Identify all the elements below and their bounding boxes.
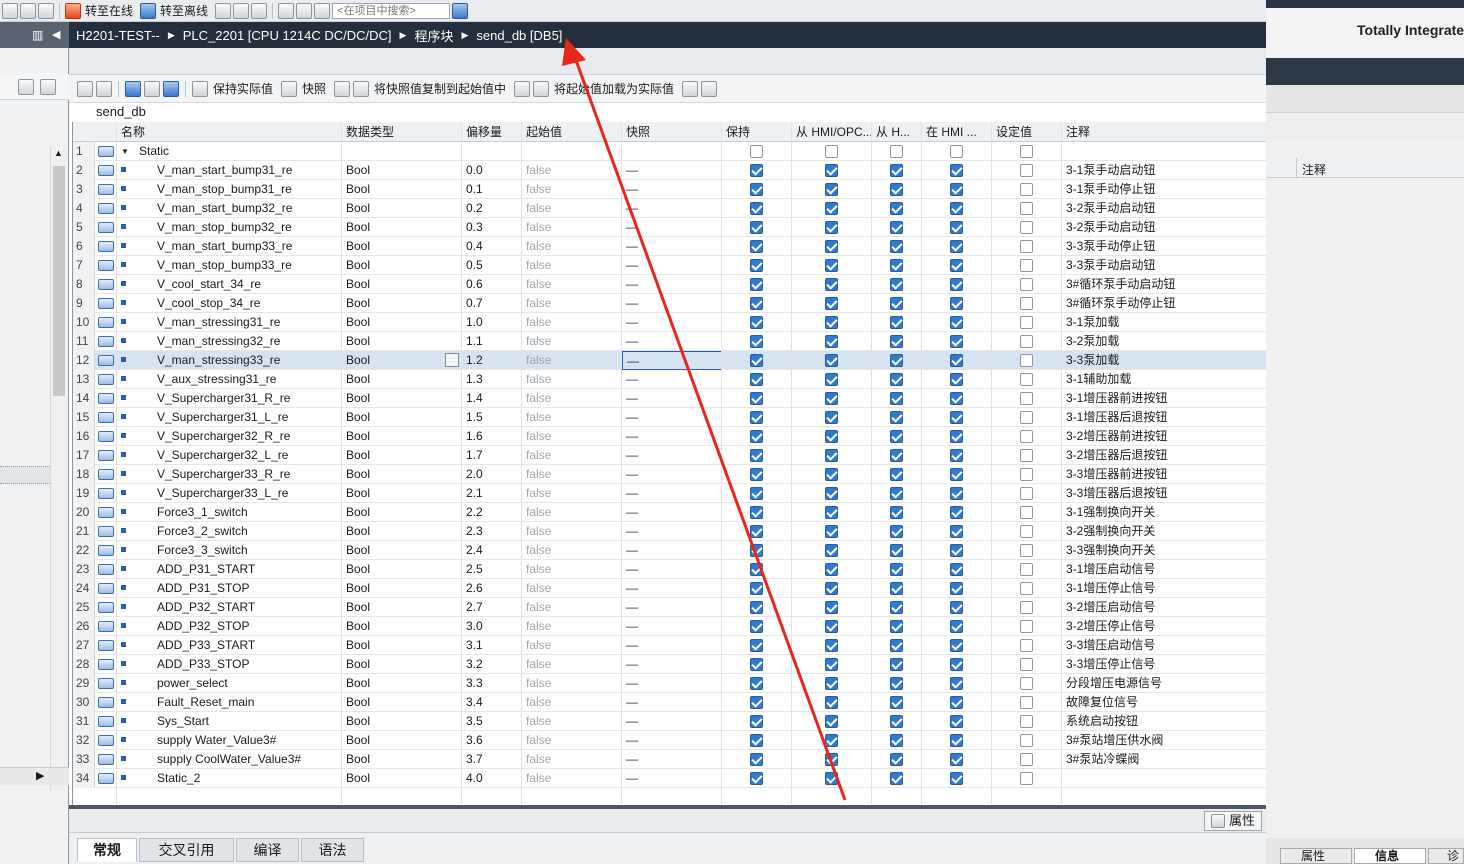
annotation-arrow	[562, 38, 847, 801]
annotation-arrow-head	[562, 38, 586, 66]
annotation-arrow-line	[571, 51, 847, 801]
